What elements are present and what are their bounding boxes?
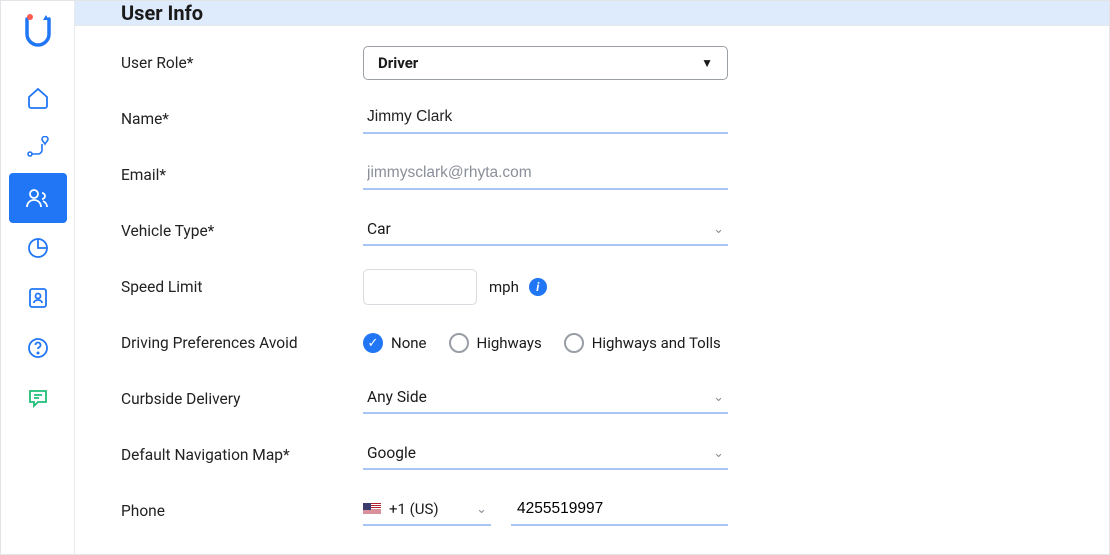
name-input[interactable]	[363, 104, 728, 134]
radio-highways[interactable]: ✓ Highways	[449, 333, 542, 353]
route-icon	[25, 136, 51, 160]
vehicle-select[interactable]: Car ⌄	[363, 216, 728, 246]
radio-none[interactable]: ✓ None	[363, 333, 427, 353]
nav-contacts[interactable]	[9, 273, 67, 323]
vehicle-value: Car	[367, 220, 391, 238]
speed-input[interactable]	[363, 269, 477, 305]
email-input[interactable]	[363, 160, 728, 190]
navmap-select[interactable]: Google ⌄	[363, 440, 728, 470]
user-info-form: User Role* Driver ▼ Name* Email*	[75, 26, 1109, 554]
radio-highways-label: Highways	[477, 334, 542, 352]
nav-home[interactable]	[9, 73, 67, 123]
label-email: Email*	[121, 166, 363, 184]
radio-highways-tolls-label: Highways and Tolls	[592, 334, 721, 352]
row-user-role: User Role* Driver ▼	[121, 50, 1063, 76]
label-curbside: Curbside Delivery	[121, 390, 363, 408]
users-icon	[25, 186, 51, 210]
user-role-value: Driver	[378, 54, 418, 72]
label-vehicle: Vehicle Type*	[121, 222, 363, 240]
radio-none-label: None	[391, 334, 427, 352]
phone-country-select[interactable]: +1 (US) ⌄	[363, 496, 491, 526]
chart-icon	[26, 236, 50, 260]
row-email: Email*	[121, 162, 1063, 188]
main-panel: User Info User Role* Driver ▼ Name*	[75, 1, 1109, 554]
row-curbside: Curbside Delivery Any Side ⌄	[121, 386, 1063, 412]
contact-icon	[26, 286, 50, 310]
nav-route[interactable]	[9, 123, 67, 173]
row-phone: Phone +1 (US) ⌄	[121, 498, 1063, 524]
phone-country-value: +1 (US)	[389, 500, 439, 518]
logo-icon	[21, 13, 55, 57]
navmap-value: Google	[367, 444, 416, 462]
row-navmap: Default Navigation Map* Google ⌄	[121, 442, 1063, 468]
radio-highways-tolls[interactable]: ✓ Highways and Tolls	[564, 333, 721, 353]
caret-down-icon: ▼	[701, 56, 713, 70]
driving-prefs-group: ✓ None ✓ Highways ✓ Highways and Tolls	[363, 333, 721, 353]
nav-help[interactable]	[9, 323, 67, 373]
chevron-down-icon: ⌄	[713, 446, 724, 461]
chat-icon	[26, 386, 50, 410]
info-icon[interactable]: i	[529, 278, 547, 296]
chevron-down-icon: ⌄	[713, 222, 724, 237]
nav-users[interactable]	[9, 173, 67, 223]
nav-chat[interactable]	[9, 373, 67, 423]
help-icon	[26, 336, 50, 360]
label-navmap: Default Navigation Map*	[121, 446, 363, 464]
home-icon	[26, 86, 50, 110]
speed-unit: mph	[489, 278, 519, 296]
label-name: Name*	[121, 110, 363, 128]
app-root: User Info User Role* Driver ▼ Name*	[0, 0, 1110, 555]
label-phone: Phone	[121, 502, 363, 520]
flag-us-icon	[363, 503, 381, 515]
row-vehicle: Vehicle Type* Car ⌄	[121, 218, 1063, 244]
label-user-role: User Role*	[121, 54, 363, 72]
sidebar-nav	[1, 1, 75, 554]
curbside-value: Any Side	[367, 388, 427, 406]
page-title: User Info	[121, 1, 203, 25]
row-speed: Speed Limit mph i	[121, 274, 1063, 300]
chevron-down-icon: ⌄	[713, 390, 724, 405]
row-driving-prefs: Driving Preferences Avoid ✓ None ✓ Highw…	[121, 330, 1063, 356]
label-speed: Speed Limit	[121, 278, 363, 296]
page-header: User Info	[75, 1, 1109, 26]
row-name: Name*	[121, 106, 1063, 132]
user-role-select[interactable]: Driver ▼	[363, 46, 728, 80]
curbside-select[interactable]: Any Side ⌄	[363, 384, 728, 414]
chevron-down-icon: ⌄	[476, 502, 487, 517]
nav-reports[interactable]	[9, 223, 67, 273]
label-driving-prefs: Driving Preferences Avoid	[121, 334, 363, 352]
phone-input[interactable]	[511, 496, 728, 526]
